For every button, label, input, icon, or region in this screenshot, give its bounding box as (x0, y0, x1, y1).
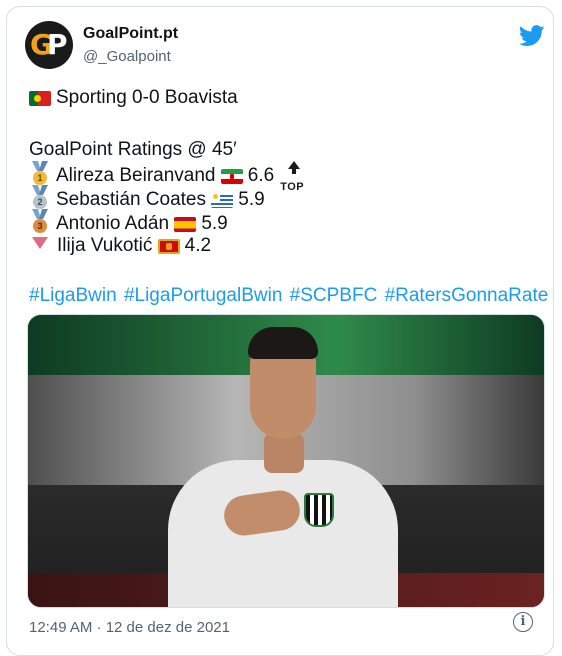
player-name: Antonio Adán (56, 213, 170, 234)
account-name[interactable]: GoalPoint.pt (83, 25, 178, 43)
player-name: Alireza Beiranvand (56, 165, 216, 186)
tweet-card: G P GoalPoint.pt @_Goalpoint Sporting 0-… (6, 6, 554, 656)
iran-flag-icon (220, 169, 243, 184)
ratings-title: GoalPoint Ratings @ 45′ (29, 139, 237, 160)
player-score: 6.6 (247, 165, 275, 186)
medal-rank: 1 (33, 171, 47, 185)
twitter-bird-icon[interactable] (519, 25, 545, 47)
player-figure (264, 433, 304, 473)
club-crest-icon (304, 493, 334, 527)
player-score: 5.9 (238, 189, 265, 210)
player-figure (248, 327, 318, 359)
down-triangle-icon (32, 237, 48, 249)
gold-medal-icon: 1 (29, 161, 51, 187)
match-text: Sporting 0-0 Boavista (56, 87, 238, 108)
hashtags[interactable]: #LigaBwin #LigaPortugalBwin #SCPBFC #Rat… (29, 285, 548, 307)
tweet-timestamp[interactable]: 12:49 AM · 12 de dez de 2021 (29, 619, 230, 636)
player-score: 4.2 (184, 235, 212, 256)
spain-flag-icon (174, 217, 197, 232)
avatar-logo-letter: P (47, 28, 68, 61)
player-figure (168, 460, 398, 607)
top-badge-icon: TOP (280, 161, 306, 193)
player-name: Ilija Vukotić (57, 235, 153, 256)
account-handle[interactable]: @_Goalpoint (83, 48, 171, 65)
rating-row: 3 Antonio Adán 5.9 (29, 209, 228, 235)
match-line: Sporting 0-0 Boavista (29, 85, 238, 111)
top-badge-label: TOP (280, 181, 305, 193)
montenegro-flag-icon (157, 239, 180, 254)
portugal-flag-icon (29, 91, 51, 106)
info-icon[interactable]: i (513, 612, 533, 632)
tweet-photo[interactable] (27, 314, 545, 608)
player-name: Sebastián Coates (56, 189, 206, 210)
medal-rank: 2 (33, 195, 47, 209)
medal-rank: 3 (33, 219, 47, 233)
player-score: 5.9 (201, 213, 228, 234)
silver-medal-icon: 2 (29, 185, 51, 211)
bronze-medal-icon: 3 (29, 209, 51, 235)
tweet-header: G P GoalPoint.pt @_Goalpoint (25, 19, 545, 71)
rating-row: Ilija Vukotić 4.2 (29, 233, 211, 259)
avatar[interactable]: G P (25, 21, 73, 69)
uruguay-flag-icon (211, 193, 234, 208)
rating-row: 2 Sebastián Coates 5.9 (29, 185, 265, 211)
rating-row: 1 Alireza Beiranvand 6.6 TOP (29, 161, 306, 193)
